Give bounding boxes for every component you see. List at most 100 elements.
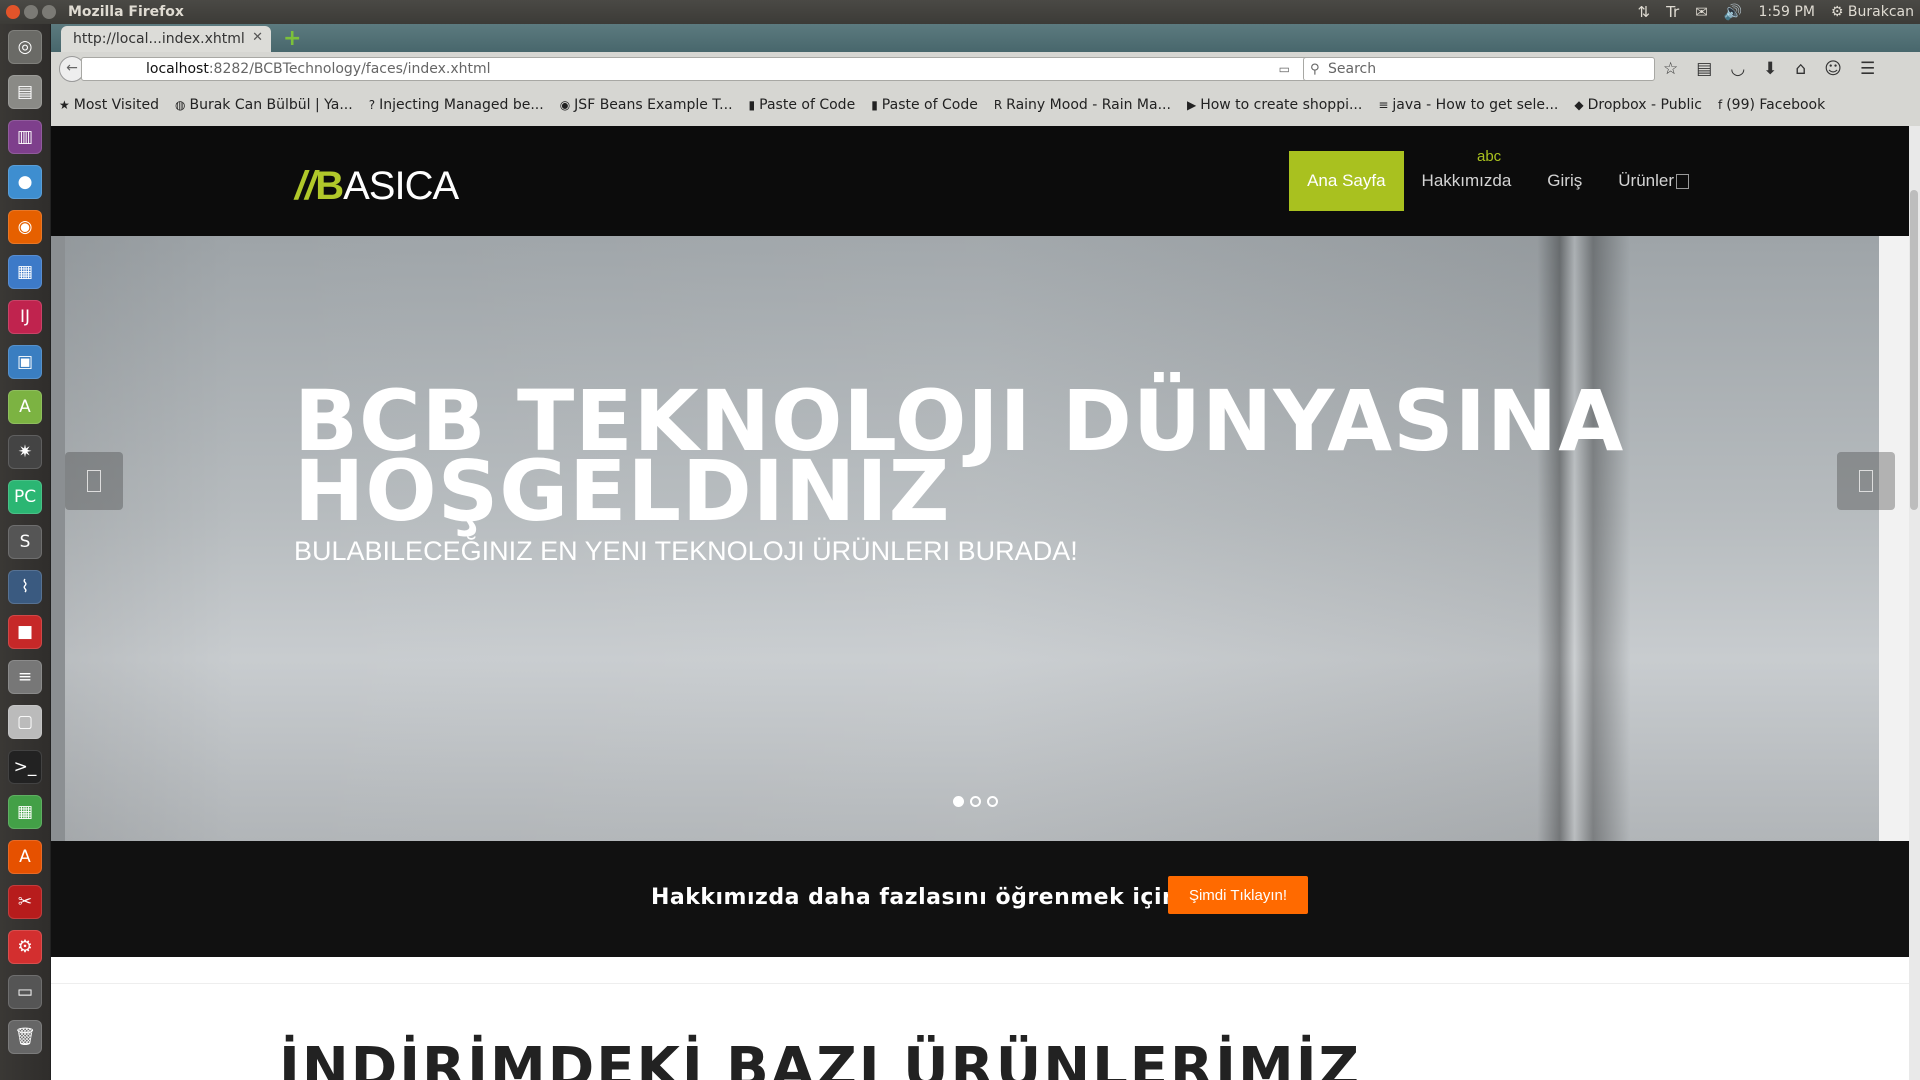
minimize-window-icon[interactable]: [24, 5, 38, 19]
bookmark-item[interactable]: ▶ How to create shoppi...: [1179, 97, 1370, 113]
cta-button[interactable]: Şimdi Tıklayın!: [1168, 876, 1308, 914]
nav-ana-sayfa[interactable]: Ana Sayfa: [1289, 151, 1404, 211]
volume-icon[interactable]: 🔊: [1724, 3, 1743, 21]
intellij-icon[interactable]: IJ: [8, 300, 42, 334]
network-icon[interactable]: ⇅: [1638, 3, 1651, 21]
app-icon[interactable]: ▥: [8, 120, 42, 154]
prev-slide-button[interactable]: [65, 452, 123, 510]
menu-icon[interactable]: ☰: [1860, 59, 1875, 79]
hero-title: BCB TEKNOLOJI DÜNYASINA HOŞGELDINIZ: [294, 372, 1625, 540]
bookmark-item[interactable]: ◉ JSF Beans Example T...: [552, 97, 741, 113]
tool-icon[interactable]: ✂: [8, 885, 42, 919]
bookmark-item[interactable]: ? Injecting Managed be...: [361, 97, 552, 113]
chat-icon[interactable]: ☺: [1824, 59, 1842, 79]
settings-tool-icon[interactable]: ✷: [8, 435, 42, 469]
slide-dot[interactable]: [987, 796, 998, 807]
software-center-icon[interactable]: A: [8, 840, 42, 874]
bookmark-label: Paste of Code: [881, 97, 978, 113]
url-path: :8282/BCBTechnology/faces/index.xhtml: [208, 61, 491, 77]
chevron-right-icon: [1859, 470, 1873, 492]
close-tab-icon[interactable]: ✕: [252, 30, 263, 45]
android-studio-icon[interactable]: A: [8, 390, 42, 424]
bookmarks-menu-icon[interactable]: ▤: [1696, 59, 1712, 79]
slide-dot[interactable]: [970, 796, 981, 807]
system-settings-icon[interactable]: ⚙: [8, 930, 42, 964]
nav-giris[interactable]: Giriş: [1529, 151, 1600, 211]
terminal-icon[interactable]: >_: [8, 750, 42, 784]
next-slide-button[interactable]: [1837, 452, 1895, 510]
nav-urunler[interactable]: Ürünler: [1600, 151, 1707, 211]
session-menu[interactable]: ⚙ Burakcan: [1831, 4, 1914, 20]
search-icon: ⚲: [1310, 61, 1320, 77]
bookmark-label: Paste of Code: [759, 97, 856, 113]
database-icon[interactable]: ≡: [8, 660, 42, 694]
chevron-left-icon: [87, 470, 101, 492]
reader-view-icon[interactable]: ▭: [1279, 62, 1290, 76]
site-logo[interactable]: //BASICA: [295, 164, 459, 209]
dash-home-icon[interactable]: ◎: [8, 30, 42, 64]
mail-icon[interactable]: ✉: [1695, 3, 1708, 21]
close-window-icon[interactable]: [6, 5, 20, 19]
keyboard-layout-icon[interactable]: Tr: [1666, 3, 1679, 21]
bookmark-item[interactable]: ◍ Burak Can Bülbül | Ya...: [167, 97, 361, 113]
tutorial-icon: ◉: [559, 98, 571, 112]
bookmark-item[interactable]: ◆ Dropbox - Public: [1566, 97, 1710, 113]
star-icon: ★: [59, 98, 70, 112]
bookmark-item[interactable]: R Rainy Mood - Rain Ma...: [986, 97, 1179, 113]
virtualbox-icon[interactable]: ▣: [8, 345, 42, 379]
cta-banner: Hakkımızda daha fazlasını öğrenmek için …: [51, 841, 1909, 957]
page-scrollbar[interactable]: [1909, 126, 1920, 1080]
system-tray: ⇅ Tr ✉ 🔊 1:59 PM ⚙ Burakcan: [1638, 0, 1914, 24]
maximize-window-icon[interactable]: [42, 5, 56, 19]
pycharm-icon[interactable]: PC: [8, 480, 42, 514]
bookmark-item[interactable]: ★ Most Visited: [51, 97, 167, 113]
bookmark-item[interactable]: ▮ Paste of Code: [863, 97, 986, 113]
chrome-icon[interactable]: ●: [8, 165, 42, 199]
section-divider: [51, 983, 1909, 984]
calc-icon[interactable]: ▦: [8, 795, 42, 829]
bookmark-star-icon[interactable]: ☆: [1663, 59, 1678, 79]
scrollbar-thumb[interactable]: [1910, 190, 1918, 510]
bookmark-item[interactable]: f (99) Facebook: [1710, 97, 1833, 113]
bookmark-item[interactable]: ▮ Paste of Code: [741, 97, 864, 113]
slide-dot[interactable]: [953, 796, 964, 807]
stackoverflow-icon: ≡: [1378, 98, 1389, 112]
gear-icon: ⚙: [1830, 4, 1844, 20]
nav-badge: abc: [1477, 148, 1502, 165]
new-tab-button[interactable]: +: [283, 26, 301, 51]
color-app-icon[interactable]: ■: [8, 615, 42, 649]
home-icon[interactable]: ⌂: [1795, 59, 1806, 79]
nav-label: Hakkımızda: [1421, 171, 1512, 190]
nav-hakkimizda[interactable]: Hakkımızda: [1404, 151, 1530, 211]
pocket-icon[interactable]: ◡: [1730, 59, 1745, 79]
workbench-icon[interactable]: ⌇: [8, 570, 42, 604]
logo-slashes: //: [295, 164, 316, 208]
bookmark-label: Dropbox - Public: [1587, 97, 1702, 113]
writer-icon[interactable]: ▦: [8, 255, 42, 289]
browser-chrome: http://local...index.xhtml ✕ + ← localho…: [51, 24, 1920, 126]
hero-slider: BCB TEKNOLOJI DÜNYASINA HOŞGELDINIZ BULA…: [51, 236, 1909, 841]
bookmark-item[interactable]: ≡ java - How to get sele...: [1370, 97, 1566, 113]
search-bar[interactable]: ⚲ Search: [1303, 57, 1655, 81]
document-viewer-icon[interactable]: ▢: [8, 705, 42, 739]
url-bar[interactable]: localhost:8282/BCBTechnology/faces/index…: [81, 57, 1325, 81]
toolbar-icons: ☆ ▤ ◡ ⬇ ⌂ ☺ ☰: [1663, 59, 1875, 79]
paste-icon: ▮: [871, 98, 878, 112]
paste-icon: ▮: [748, 98, 756, 112]
launcher: ◎ ▤ ▥ ● ◉ ▦ IJ ▣ A ✷ PC S ⌇ ■ ≡ ▢ >_ ▦ A…: [0, 24, 51, 1080]
trash-icon[interactable]: 🗑: [8, 1020, 42, 1054]
youtube-icon: ▶: [1186, 98, 1197, 112]
clock[interactable]: 1:59 PM: [1758, 4, 1814, 20]
window-title: Mozilla Firefox: [68, 4, 184, 20]
navigation-bar: ← localhost:8282/BCBTechnology/faces/ind…: [51, 54, 1920, 84]
firefox-icon[interactable]: ◉: [8, 210, 42, 244]
browser-tab[interactable]: http://local...index.xhtml ✕: [61, 26, 271, 52]
files-icon[interactable]: ▤: [8, 75, 42, 109]
facebook-icon: f: [1717, 98, 1723, 112]
hero-edge: [1879, 236, 1909, 841]
bookmark-label: JSF Beans Example T...: [574, 97, 733, 113]
drive-icon[interactable]: ▭: [8, 975, 42, 1009]
sublime-icon[interactable]: S: [8, 525, 42, 559]
downloads-icon[interactable]: ⬇: [1763, 59, 1777, 79]
question-icon: ?: [368, 98, 376, 112]
